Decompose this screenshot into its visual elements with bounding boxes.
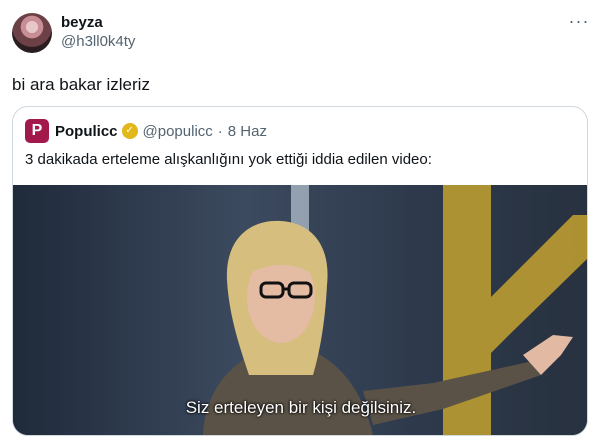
video-player[interactable]: Siz erteleyen bir kişi değilsiniz. [13,185,587,435]
tweet-card: beyza @h3ll0k4ty ··· bi ara bakar izleri… [0,0,600,436]
tweet-text: bi ara bakar izleriz [12,75,150,94]
quoted-header: P Populicc ✓ @populicc · 8 Haz [25,119,267,143]
video-subtitle: Siz erteleyen bir kişi değilsiniz. [185,398,417,417]
quoted-author-handle[interactable]: @populicc [143,123,213,140]
author-block: beyza @h3ll0k4ty [61,14,135,52]
quoted-date[interactable]: 8 Haz [228,123,267,140]
author-handle[interactable]: @h3ll0k4ty [61,32,135,52]
verified-badge-icon: ✓ [121,123,138,139]
more-horizontal-icon[interactable]: ··· [568,12,590,32]
separator-dot: · [217,122,223,140]
quoted-avatar[interactable]: P [25,119,49,143]
quoted-author-name[interactable]: Populicc [55,123,118,140]
author-name[interactable]: beyza [61,14,135,32]
quoted-tweet[interactable]: P Populicc ✓ @populicc · 8 Haz 3 dakikad… [12,106,588,436]
quoted-text: 3 dakikada erteleme alışkanlığını yok et… [25,151,432,168]
avatar[interactable] [12,13,52,53]
